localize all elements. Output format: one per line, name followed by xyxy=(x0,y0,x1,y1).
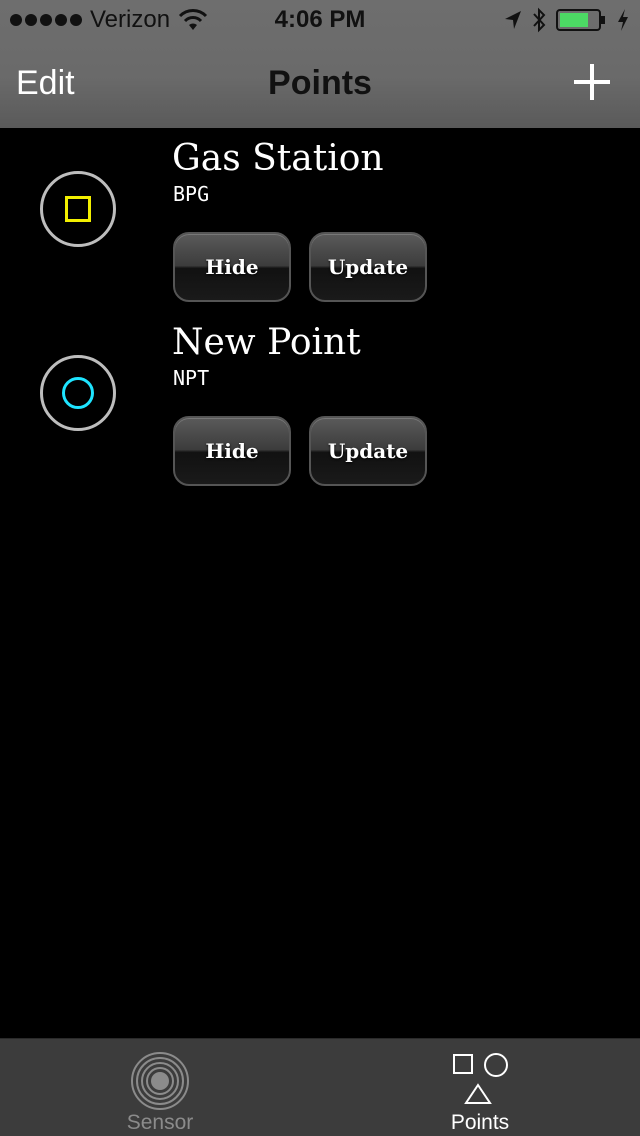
hide-button[interactable]: Hide xyxy=(173,416,291,486)
tab-sensor[interactable]: Sensor xyxy=(0,1039,320,1136)
tab-label: Sensor xyxy=(126,1111,194,1134)
tab-label: Points xyxy=(450,1111,510,1134)
page-title: Points xyxy=(268,64,372,102)
location-arrow-icon xyxy=(505,11,521,29)
app-screen: Verizon 4:06 PM Edit Points Gas Station … xyxy=(0,0,640,1136)
point-code: BPG xyxy=(173,182,210,206)
charging-bolt-icon xyxy=(618,9,628,31)
nav-bar: Edit Points xyxy=(0,40,640,128)
point-shape-badge xyxy=(40,355,116,431)
status-bar: Verizon 4:06 PM xyxy=(0,0,640,40)
header: Verizon 4:06 PM Edit Points xyxy=(0,0,640,128)
point-code: NPT xyxy=(173,366,210,390)
plus-icon[interactable] xyxy=(572,62,612,102)
point-shape-badge xyxy=(40,171,116,247)
sensor-rings-icon xyxy=(131,1052,189,1110)
tab-points[interactable]: Points xyxy=(320,1039,640,1136)
list-item[interactable]: New Point NPT Hide Update xyxy=(0,312,640,496)
battery-icon xyxy=(556,9,605,31)
points-list: Gas Station BPG Hide Update New Point NP… xyxy=(0,128,640,496)
point-name: Gas Station xyxy=(172,138,384,179)
hide-button[interactable]: Hide xyxy=(173,232,291,302)
shapes-icon xyxy=(453,1053,508,1104)
update-button[interactable]: Update xyxy=(309,416,427,486)
square-shape-icon xyxy=(65,196,91,222)
point-name: New Point xyxy=(172,322,361,363)
update-button[interactable]: Update xyxy=(309,232,427,302)
circle-shape-icon xyxy=(62,377,94,409)
edit-button[interactable]: Edit xyxy=(16,64,75,103)
tab-bar: Sensor Points xyxy=(0,1038,640,1136)
status-right xyxy=(504,6,630,34)
bluetooth-icon xyxy=(533,7,546,33)
list-item[interactable]: Gas Station BPG Hide Update xyxy=(0,128,640,312)
